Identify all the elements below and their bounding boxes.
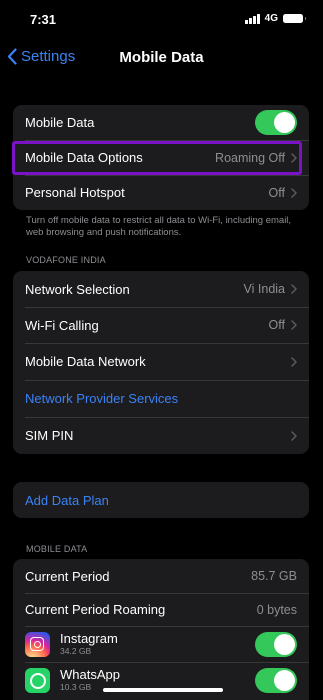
usage-section-header: MOBILE DATA — [26, 544, 88, 554]
network-provider-services-row[interactable]: Network Provider Services — [13, 380, 309, 417]
usage-group: Current Period 85.7 GB Current Period Ro… — [13, 559, 309, 700]
current-period-roaming-value: 0 bytes — [256, 602, 297, 617]
current-period-roaming-label: Current Period Roaming — [25, 602, 166, 617]
wifi-calling-value: Off — [268, 318, 285, 332]
network-selection-row[interactable]: Network Selection Vi India — [13, 271, 309, 307]
network-selection-label: Network Selection — [25, 281, 130, 297]
battery-icon — [283, 14, 306, 23]
chevron-right-icon — [291, 356, 297, 367]
carrier-group: Network Selection Vi India Wi-Fi Calling… — [13, 271, 309, 454]
carrier-section-header: VODAFONE INDIA — [26, 255, 106, 265]
personal-hotspot-row[interactable]: Personal Hotspot Off — [13, 175, 309, 210]
app-row-whatsapp: WhatsApp 10.3 GB — [13, 662, 309, 698]
mobile-data-label: Mobile Data — [25, 115, 95, 130]
current-period-label: Current Period — [25, 568, 110, 584]
current-period-row: Current Period 85.7 GB — [13, 559, 309, 593]
status-indicators: 4G — [245, 13, 306, 24]
network-provider-services-link[interactable]: Network Provider Services — [25, 391, 297, 406]
mobile-data-toggle[interactable] — [255, 110, 297, 135]
instagram-icon — [25, 631, 50, 657]
chevron-right-icon — [291, 187, 297, 198]
app-data-size: 34.2 GB — [60, 645, 92, 656]
mobile-data-network-label: Mobile Data Network — [25, 354, 146, 369]
instagram-toggle[interactable] — [255, 631, 297, 657]
add-data-plan-button[interactable]: Add Data Plan — [25, 493, 297, 508]
home-indicator[interactable] — [103, 688, 223, 692]
app-name: Instagram — [60, 630, 118, 646]
sim-pin-row[interactable]: SIM PIN — [13, 417, 309, 454]
status-time: 7:31 — [30, 12, 57, 27]
whatsapp-icon — [25, 667, 50, 693]
current-period-value: 85.7 GB — [251, 569, 297, 583]
highlight-box — [12, 141, 302, 175]
app-row-instagram: Instagram 34.2 GB — [13, 626, 309, 662]
current-period-roaming-row: Current Period Roaming 0 bytes — [13, 593, 309, 626]
page-title: Mobile Data — [119, 49, 204, 66]
network-selection-value: Vi India — [243, 282, 285, 296]
whatsapp-toggle[interactable] — [255, 667, 297, 693]
status-bar: 7:31 4G — [0, 0, 323, 36]
mobile-data-network-row[interactable]: Mobile Data Network — [13, 343, 309, 380]
personal-hotspot-label: Personal Hotspot — [25, 185, 125, 200]
personal-hotspot-value: Off — [268, 185, 285, 200]
add-data-plan-row[interactable]: Add Data Plan — [13, 482, 309, 518]
signal-icon — [245, 13, 260, 24]
mobile-data-row: Mobile Data — [13, 105, 309, 140]
app-name: WhatsApp — [60, 666, 120, 682]
chevron-right-icon — [291, 284, 297, 294]
chevron-right-icon — [291, 320, 297, 330]
chevron-right-icon — [291, 430, 297, 441]
sim-pin-label: SIM PIN — [25, 428, 74, 443]
navigation-bar: Settings Mobile Data — [0, 40, 323, 74]
add-data-plan-group: Add Data Plan — [13, 482, 309, 518]
mobile-data-footnote: Turn off mobile data to restrict all dat… — [26, 215, 292, 238]
wifi-calling-row[interactable]: Wi-Fi Calling Off — [13, 307, 309, 343]
network-type: 4G — [264, 13, 278, 24]
wifi-calling-label: Wi-Fi Calling — [25, 317, 99, 333]
